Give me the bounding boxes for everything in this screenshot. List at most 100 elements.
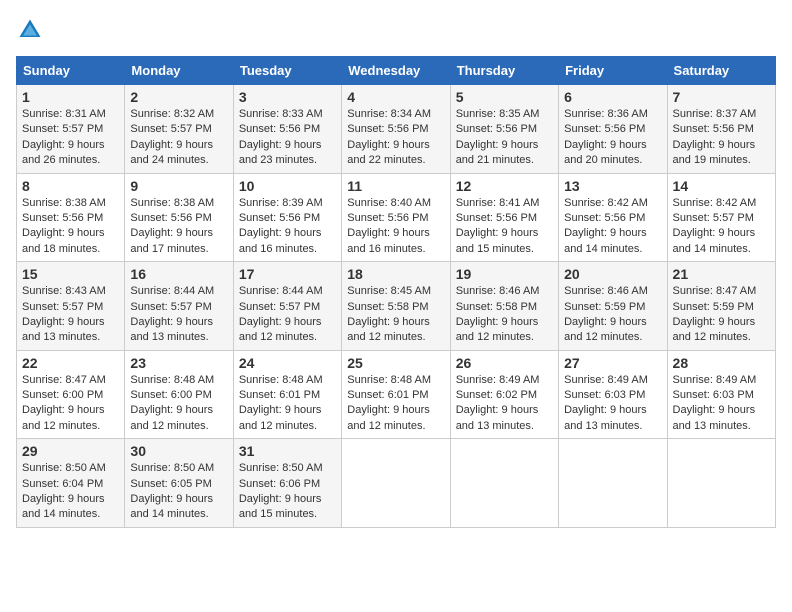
cell-info: Sunrise: 8:35 AMSunset: 5:56 PMDaylight:… [456, 108, 540, 166]
day-cell [342, 439, 450, 528]
day-number: 25 [347, 355, 444, 371]
cell-info: Sunrise: 8:37 AMSunset: 5:56 PMDaylight:… [673, 108, 757, 166]
day-number: 3 [239, 89, 336, 105]
day-number: 6 [564, 89, 661, 105]
day-cell: 5 Sunrise: 8:35 AMSunset: 5:56 PMDayligh… [450, 85, 558, 174]
day-cell [559, 439, 667, 528]
day-number: 15 [22, 266, 119, 282]
cell-info: Sunrise: 8:31 AMSunset: 5:57 PMDaylight:… [22, 108, 106, 166]
day-cell: 10 Sunrise: 8:39 AMSunset: 5:56 PMDaylig… [233, 173, 341, 262]
day-number: 19 [456, 266, 553, 282]
cell-info: Sunrise: 8:48 AMSunset: 6:01 PMDaylight:… [347, 374, 431, 432]
page-header [16, 16, 776, 44]
cell-info: Sunrise: 8:50 AMSunset: 6:04 PMDaylight:… [22, 462, 106, 520]
day-cell: 4 Sunrise: 8:34 AMSunset: 5:56 PMDayligh… [342, 85, 450, 174]
day-cell: 19 Sunrise: 8:46 AMSunset: 5:58 PMDaylig… [450, 262, 558, 351]
week-row-5: 29 Sunrise: 8:50 AMSunset: 6:04 PMDaylig… [17, 439, 776, 528]
cell-info: Sunrise: 8:46 AMSunset: 5:59 PMDaylight:… [564, 285, 648, 343]
day-number: 16 [130, 266, 227, 282]
cell-info: Sunrise: 8:42 AMSunset: 5:57 PMDaylight:… [673, 197, 757, 255]
cell-info: Sunrise: 8:38 AMSunset: 5:56 PMDaylight:… [130, 197, 214, 255]
logo [16, 16, 48, 44]
header-row: SundayMondayTuesdayWednesdayThursdayFrid… [17, 57, 776, 85]
day-number: 23 [130, 355, 227, 371]
day-cell: 23 Sunrise: 8:48 AMSunset: 6:00 PMDaylig… [125, 350, 233, 439]
logo-icon [16, 16, 44, 44]
day-cell: 16 Sunrise: 8:44 AMSunset: 5:57 PMDaylig… [125, 262, 233, 351]
day-cell: 15 Sunrise: 8:43 AMSunset: 5:57 PMDaylig… [17, 262, 125, 351]
week-row-2: 8 Sunrise: 8:38 AMSunset: 5:56 PMDayligh… [17, 173, 776, 262]
cell-info: Sunrise: 8:48 AMSunset: 6:00 PMDaylight:… [130, 374, 214, 432]
header-cell-tuesday: Tuesday [233, 57, 341, 85]
day-number: 12 [456, 178, 553, 194]
cell-info: Sunrise: 8:44 AMSunset: 5:57 PMDaylight:… [239, 285, 323, 343]
day-number: 7 [673, 89, 770, 105]
day-number: 9 [130, 178, 227, 194]
day-number: 4 [347, 89, 444, 105]
cell-info: Sunrise: 8:46 AMSunset: 5:58 PMDaylight:… [456, 285, 540, 343]
header-cell-friday: Friday [559, 57, 667, 85]
day-number: 1 [22, 89, 119, 105]
day-cell: 14 Sunrise: 8:42 AMSunset: 5:57 PMDaylig… [667, 173, 775, 262]
day-cell: 25 Sunrise: 8:48 AMSunset: 6:01 PMDaylig… [342, 350, 450, 439]
day-cell: 24 Sunrise: 8:48 AMSunset: 6:01 PMDaylig… [233, 350, 341, 439]
cell-info: Sunrise: 8:34 AMSunset: 5:56 PMDaylight:… [347, 108, 431, 166]
day-cell: 20 Sunrise: 8:46 AMSunset: 5:59 PMDaylig… [559, 262, 667, 351]
day-cell [450, 439, 558, 528]
day-cell: 13 Sunrise: 8:42 AMSunset: 5:56 PMDaylig… [559, 173, 667, 262]
day-cell: 6 Sunrise: 8:36 AMSunset: 5:56 PMDayligh… [559, 85, 667, 174]
cell-info: Sunrise: 8:43 AMSunset: 5:57 PMDaylight:… [22, 285, 106, 343]
week-row-4: 22 Sunrise: 8:47 AMSunset: 6:00 PMDaylig… [17, 350, 776, 439]
cell-info: Sunrise: 8:49 AMSunset: 6:03 PMDaylight:… [673, 374, 757, 432]
cell-info: Sunrise: 8:36 AMSunset: 5:56 PMDaylight:… [564, 108, 648, 166]
day-cell: 9 Sunrise: 8:38 AMSunset: 5:56 PMDayligh… [125, 173, 233, 262]
day-cell: 26 Sunrise: 8:49 AMSunset: 6:02 PMDaylig… [450, 350, 558, 439]
cell-info: Sunrise: 8:47 AMSunset: 5:59 PMDaylight:… [673, 285, 757, 343]
cell-info: Sunrise: 8:49 AMSunset: 6:03 PMDaylight:… [564, 374, 648, 432]
day-cell: 21 Sunrise: 8:47 AMSunset: 5:59 PMDaylig… [667, 262, 775, 351]
cell-info: Sunrise: 8:50 AMSunset: 6:06 PMDaylight:… [239, 462, 323, 520]
cell-info: Sunrise: 8:48 AMSunset: 6:01 PMDaylight:… [239, 374, 323, 432]
day-number: 26 [456, 355, 553, 371]
day-cell: 22 Sunrise: 8:47 AMSunset: 6:00 PMDaylig… [17, 350, 125, 439]
header-cell-sunday: Sunday [17, 57, 125, 85]
cell-info: Sunrise: 8:47 AMSunset: 6:00 PMDaylight:… [22, 374, 106, 432]
cell-info: Sunrise: 8:44 AMSunset: 5:57 PMDaylight:… [130, 285, 214, 343]
day-cell: 18 Sunrise: 8:45 AMSunset: 5:58 PMDaylig… [342, 262, 450, 351]
day-number: 11 [347, 178, 444, 194]
cell-info: Sunrise: 8:32 AMSunset: 5:57 PMDaylight:… [130, 108, 214, 166]
week-row-3: 15 Sunrise: 8:43 AMSunset: 5:57 PMDaylig… [17, 262, 776, 351]
day-number: 18 [347, 266, 444, 282]
day-number: 20 [564, 266, 661, 282]
header-cell-thursday: Thursday [450, 57, 558, 85]
cell-info: Sunrise: 8:50 AMSunset: 6:05 PMDaylight:… [130, 462, 214, 520]
day-number: 31 [239, 443, 336, 459]
day-number: 22 [22, 355, 119, 371]
day-cell: 3 Sunrise: 8:33 AMSunset: 5:56 PMDayligh… [233, 85, 341, 174]
header-cell-wednesday: Wednesday [342, 57, 450, 85]
day-cell: 31 Sunrise: 8:50 AMSunset: 6:06 PMDaylig… [233, 439, 341, 528]
day-number: 24 [239, 355, 336, 371]
day-cell: 7 Sunrise: 8:37 AMSunset: 5:56 PMDayligh… [667, 85, 775, 174]
cell-info: Sunrise: 8:45 AMSunset: 5:58 PMDaylight:… [347, 285, 431, 343]
day-cell: 29 Sunrise: 8:50 AMSunset: 6:04 PMDaylig… [17, 439, 125, 528]
day-number: 8 [22, 178, 119, 194]
cell-info: Sunrise: 8:38 AMSunset: 5:56 PMDaylight:… [22, 197, 106, 255]
day-cell: 1 Sunrise: 8:31 AMSunset: 5:57 PMDayligh… [17, 85, 125, 174]
day-cell: 28 Sunrise: 8:49 AMSunset: 6:03 PMDaylig… [667, 350, 775, 439]
day-number: 29 [22, 443, 119, 459]
cell-info: Sunrise: 8:40 AMSunset: 5:56 PMDaylight:… [347, 197, 431, 255]
day-number: 14 [673, 178, 770, 194]
week-row-1: 1 Sunrise: 8:31 AMSunset: 5:57 PMDayligh… [17, 85, 776, 174]
day-cell: 17 Sunrise: 8:44 AMSunset: 5:57 PMDaylig… [233, 262, 341, 351]
day-number: 10 [239, 178, 336, 194]
header-cell-saturday: Saturday [667, 57, 775, 85]
cell-info: Sunrise: 8:42 AMSunset: 5:56 PMDaylight:… [564, 197, 648, 255]
day-number: 27 [564, 355, 661, 371]
day-number: 5 [456, 89, 553, 105]
header-cell-monday: Monday [125, 57, 233, 85]
day-cell: 12 Sunrise: 8:41 AMSunset: 5:56 PMDaylig… [450, 173, 558, 262]
cell-info: Sunrise: 8:39 AMSunset: 5:56 PMDaylight:… [239, 197, 323, 255]
day-number: 13 [564, 178, 661, 194]
cell-info: Sunrise: 8:33 AMSunset: 5:56 PMDaylight:… [239, 108, 323, 166]
